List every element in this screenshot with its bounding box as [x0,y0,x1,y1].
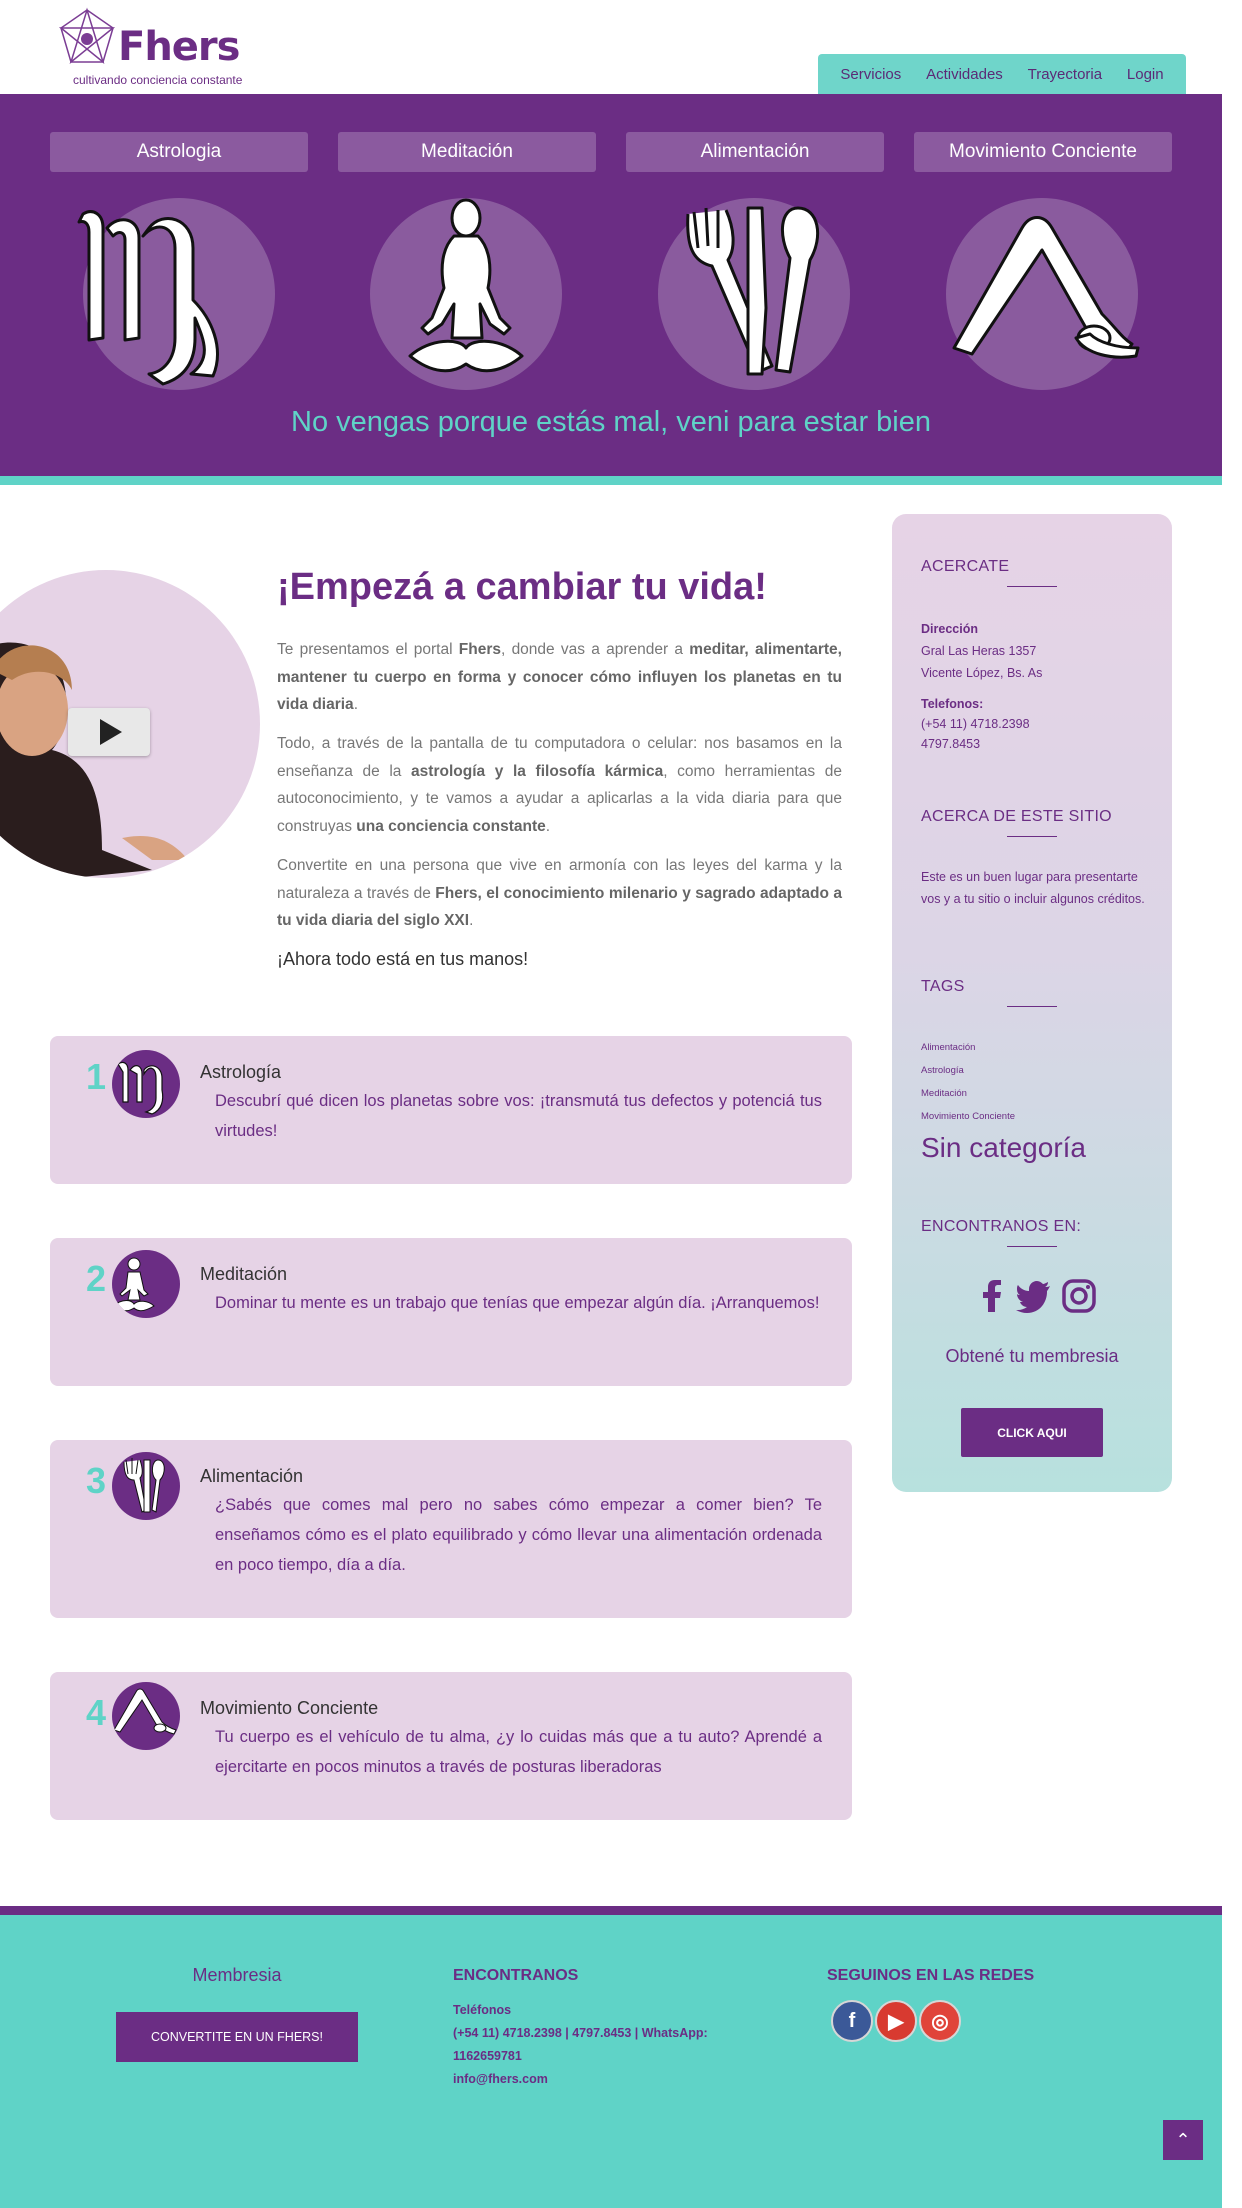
sidebar-about-text: Este es un buen lugar para presentarte v… [921,870,1145,906]
facebook-icon[interactable] [974,1278,1010,1314]
feature-description: ¿Sabés que comes mal pero no sabes cómo … [215,1496,822,1574]
meditation-icon [112,1250,180,1318]
hero-tab-movimiento[interactable]: Movimiento Conciente [914,132,1172,172]
intro-paragraph-1: Te presentamos el portal Fhers, donde va… [277,641,842,713]
hero-tab-astrologia[interactable]: Astrologia [50,132,308,172]
footer-contact-info: Teléfonos (+54 11) 4718.2398 | 4797.8453… [453,2003,708,2086]
sidebar-heading-tags: TAGS [921,978,965,995]
sidebar-phones: Telefonos: (+54 11) 4718.2398 4797.8453 [921,697,1030,751]
site-logo[interactable]: Fhers cultivando conciencia constante [55,6,255,87]
feature-number: 1 [86,1056,107,1097]
feature-card-movimiento[interactable]: 4 Movimiento Conciente Tu cuerpo es el v… [50,1672,852,1820]
instagram-icon[interactable] [1061,1278,1097,1314]
hero-tab-alimentacion[interactable]: Alimentación [626,132,884,172]
footer-youtube-icon[interactable]: ▶ [875,2000,917,2042]
footer-facebook-icon[interactable]: f [831,2000,873,2042]
tag-movimiento-conciente[interactable]: Movimiento Conciente [921,1111,1015,1122]
hero-slogan: No vengas porque estás mal, veni para es… [291,406,931,438]
feature-title: Astrología [200,1062,282,1082]
footer-membership-button[interactable]: CONVERTITE EN UN FHERS! [116,2012,358,2062]
heading-underline [1007,1006,1057,1007]
feature-card-meditacion[interactable]: 2 Meditación Dominar tu mente es un trab… [50,1238,852,1386]
twitter-icon[interactable] [1016,1278,1052,1314]
virgo-icon [77,210,219,386]
feature-number: 3 [86,1460,107,1501]
footer-social-title: SEGUINOS EN LAS REDES [827,1967,1035,1984]
hero-banner: Astrologia Meditación Alimentación Movim… [0,94,1222,476]
feature-description: Dominar tu mente es un trabajo que tenía… [215,1294,820,1312]
hero-astrologia-circle[interactable] [77,198,275,390]
site-footer: Membresia CONVERTITE EN UN FHERS! ENCONT… [0,1915,1222,2208]
heading-underline [1007,836,1057,837]
site-header: Fhers cultivando conciencia constante Se… [0,0,1242,94]
top-navigation: Servicios Actividades Trayectoria Login [818,54,1186,94]
tag-astrologia[interactable]: Astrología [921,1065,964,1076]
feature-number: 2 [86,1258,107,1299]
virgo-icon [112,1050,180,1118]
meditation-icon [408,198,524,373]
nav-servicios[interactable]: Servicios [840,66,901,83]
feature-description: Tu cuerpo es el vehículo de tu alma, ¿y … [215,1728,822,1776]
sidebar: ACERCATE Dirección Gral Las Heras 1357 V… [892,514,1172,1492]
hero-divider [0,476,1222,485]
yoga-pose-icon [952,216,1140,359]
scroll-to-top-button[interactable]: ⌃ [1163,2120,1203,2160]
sidebar-address: Dirección Gral Las Heras 1357 Vicente Ló… [921,622,1043,680]
intro-title: ¡Empezá a cambiar tu vida! [277,566,767,608]
tag-alimentacion[interactable]: Alimentación [921,1042,975,1053]
logo-star-icon [58,7,116,65]
feature-card-alimentacion[interactable]: 3 Alimentación ¿Sabés que comes mal pero… [50,1440,852,1618]
hero-tab-meditacion[interactable]: Meditación [338,132,596,172]
intro-paragraph-3: Convertite en una persona que vive en ar… [277,857,843,929]
nav-login[interactable]: Login [1127,66,1164,83]
feature-title: Alimentación [200,1466,304,1486]
sidebar-heading-about: ACERCA DE ESTE SITIO [921,808,1112,825]
feature-number: 4 [86,1692,107,1733]
hero-movimiento-circle[interactable] [946,198,1140,390]
sidebar-click-button[interactable]: CLICK AQUI [961,1408,1103,1457]
heading-underline [1007,1246,1057,1247]
nav-actividades[interactable]: Actividades [926,66,1003,83]
sidebar-heading-acercate: ACERCATE [921,558,1010,575]
footer-membership-title: Membresia [192,1965,282,1985]
intro-cta: ¡Ahora todo está en tus manos! [277,949,529,969]
sidebar-heading-find-us: ENCONTRANOS EN: [921,1218,1082,1235]
footer-instagram-icon[interactable]: ◎ [919,2000,961,2042]
category-link[interactable]: Sin categoría [921,1132,1086,1164]
footer-email-link[interactable]: info@fhers.com [453,2072,548,2086]
logo-wordmark: Fhers [118,24,240,70]
video-play-button[interactable] [68,708,150,756]
footer-contact-title: ENCONTRANOS [453,1967,579,1984]
play-icon [100,719,122,745]
heading-underline [1007,586,1057,587]
footer-divider [0,1906,1222,1915]
chevron-up-icon: ⌃ [1175,2129,1191,2150]
nav-trayectoria[interactable]: Trayectoria [1028,66,1102,83]
hero-meditacion-circle[interactable] [370,198,562,390]
feature-title: Meditación [200,1264,288,1284]
sidebar-membership-text: Obtené tu membresia [945,1346,1119,1366]
feature-card-astrologia[interactable]: 1 Astrología Descubrí qué dicen los plan… [50,1036,852,1184]
hero-alimentacion-circle[interactable] [658,198,850,390]
feature-title: Movimiento Conciente [200,1698,379,1718]
logo-tagline: cultivando conciencia constante [73,73,243,87]
intro-paragraph-2: Todo, a través de la pantalla de tu comp… [277,735,842,835]
cutlery-icon [686,206,820,376]
yoga-pose-icon [112,1682,180,1750]
tag-meditacion[interactable]: Meditación [921,1088,967,1099]
cutlery-icon [112,1452,180,1520]
feature-description: Descubrí qué dicen los planetas sobre vo… [215,1092,822,1140]
